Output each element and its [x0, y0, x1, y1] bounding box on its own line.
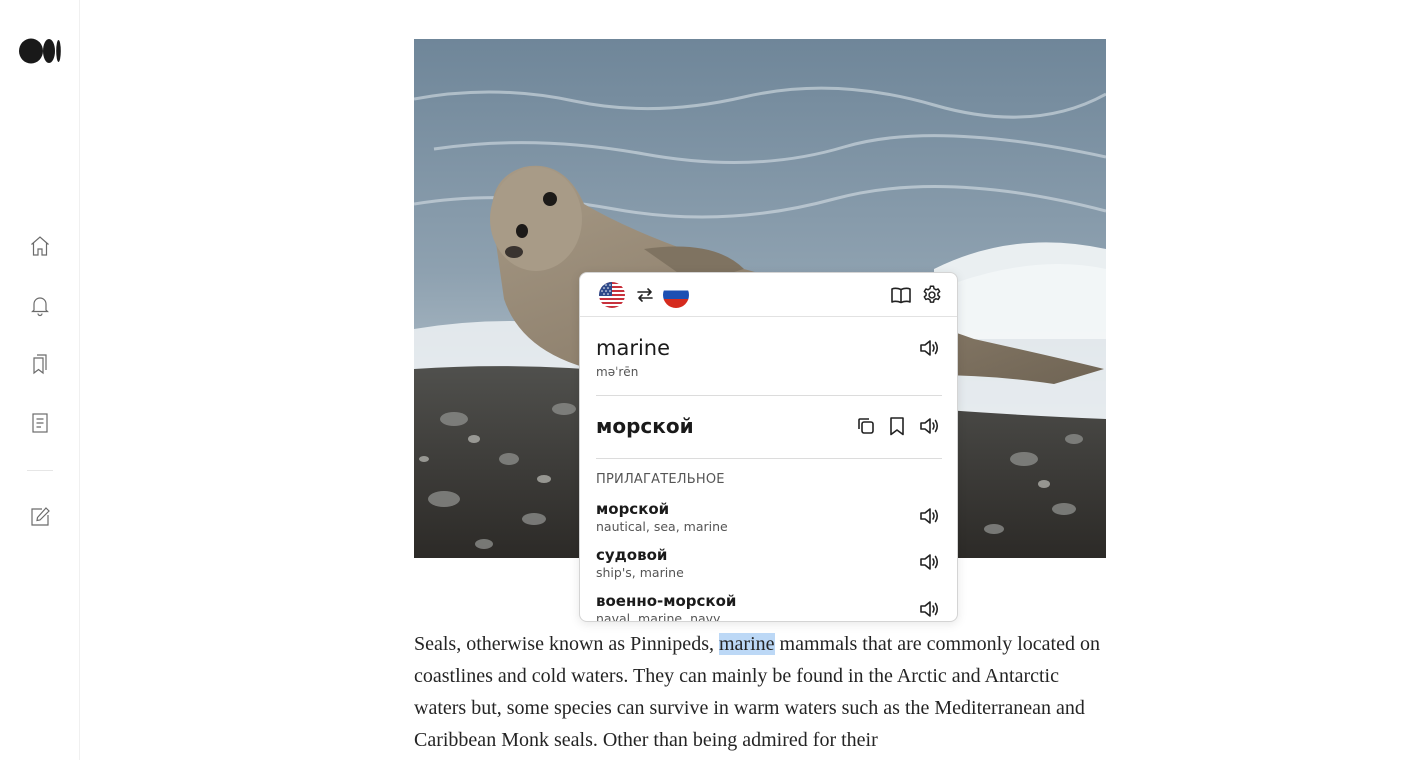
meaning-word: военно-морской: [596, 592, 737, 610]
copy-icon[interactable]: [854, 414, 878, 438]
divider: [596, 458, 942, 459]
stories-icon[interactable]: [26, 409, 54, 437]
meaning-synonyms: nautical, sea, marine: [596, 519, 728, 534]
sidebar: [0, 0, 80, 760]
speaker-icon[interactable]: [916, 549, 942, 575]
meaning-synonyms: ship's, marine: [596, 565, 684, 580]
source-word: marine: [596, 336, 671, 360]
meaning-row: судовой ship's, marine: [596, 546, 942, 586]
medium-logo[interactable]: [19, 38, 61, 64]
highlighted-word[interactable]: marine: [718, 633, 775, 655]
translator-toolbar: [580, 273, 957, 317]
us-flag-icon[interactable]: [599, 282, 625, 308]
home-icon[interactable]: [26, 232, 54, 260]
translator-popup: marine məˈrēn морской ПРИЛАГАТЕЛЬНОЕ мор…: [579, 272, 958, 622]
pronounce-source-speaker-icon[interactable]: [916, 335, 942, 361]
meaning-row: военно-морской naval, marine, navy: [596, 592, 942, 622]
bell-icon[interactable]: [26, 291, 54, 319]
meaning-word: судовой: [596, 546, 668, 564]
settings-gear-icon[interactable]: [920, 283, 944, 307]
part-of-speech-label: ПРИЛАГАТЕЛЬНОЕ: [596, 472, 725, 487]
ru-flag-icon[interactable]: [663, 282, 689, 308]
sidebar-divider: [27, 470, 53, 471]
main-translation: морской: [596, 414, 694, 438]
speaker-icon[interactable]: [916, 503, 942, 529]
swap-languages-icon[interactable]: [634, 284, 656, 306]
meaning-row: морской nautical, sea, marine: [596, 500, 942, 540]
dictionary-book-icon[interactable]: [889, 283, 913, 307]
meaning-word: морской: [596, 500, 670, 518]
pronounce-translation-speaker-icon[interactable]: [916, 413, 942, 439]
meaning-synonyms: naval, marine, navy: [596, 611, 721, 622]
article-paragraph: Seals, otherwise known as Pinnipeds, mar…: [414, 628, 1106, 756]
write-icon[interactable]: [26, 503, 54, 531]
phonetic-transcription: məˈrēn: [596, 365, 639, 379]
article-text-before: Seals, otherwise known as Pinnipeds,: [414, 633, 719, 655]
speaker-icon[interactable]: [916, 596, 942, 621]
bookmarks-icon[interactable]: [26, 350, 54, 378]
bookmark-icon[interactable]: [885, 414, 909, 438]
divider: [596, 395, 942, 396]
